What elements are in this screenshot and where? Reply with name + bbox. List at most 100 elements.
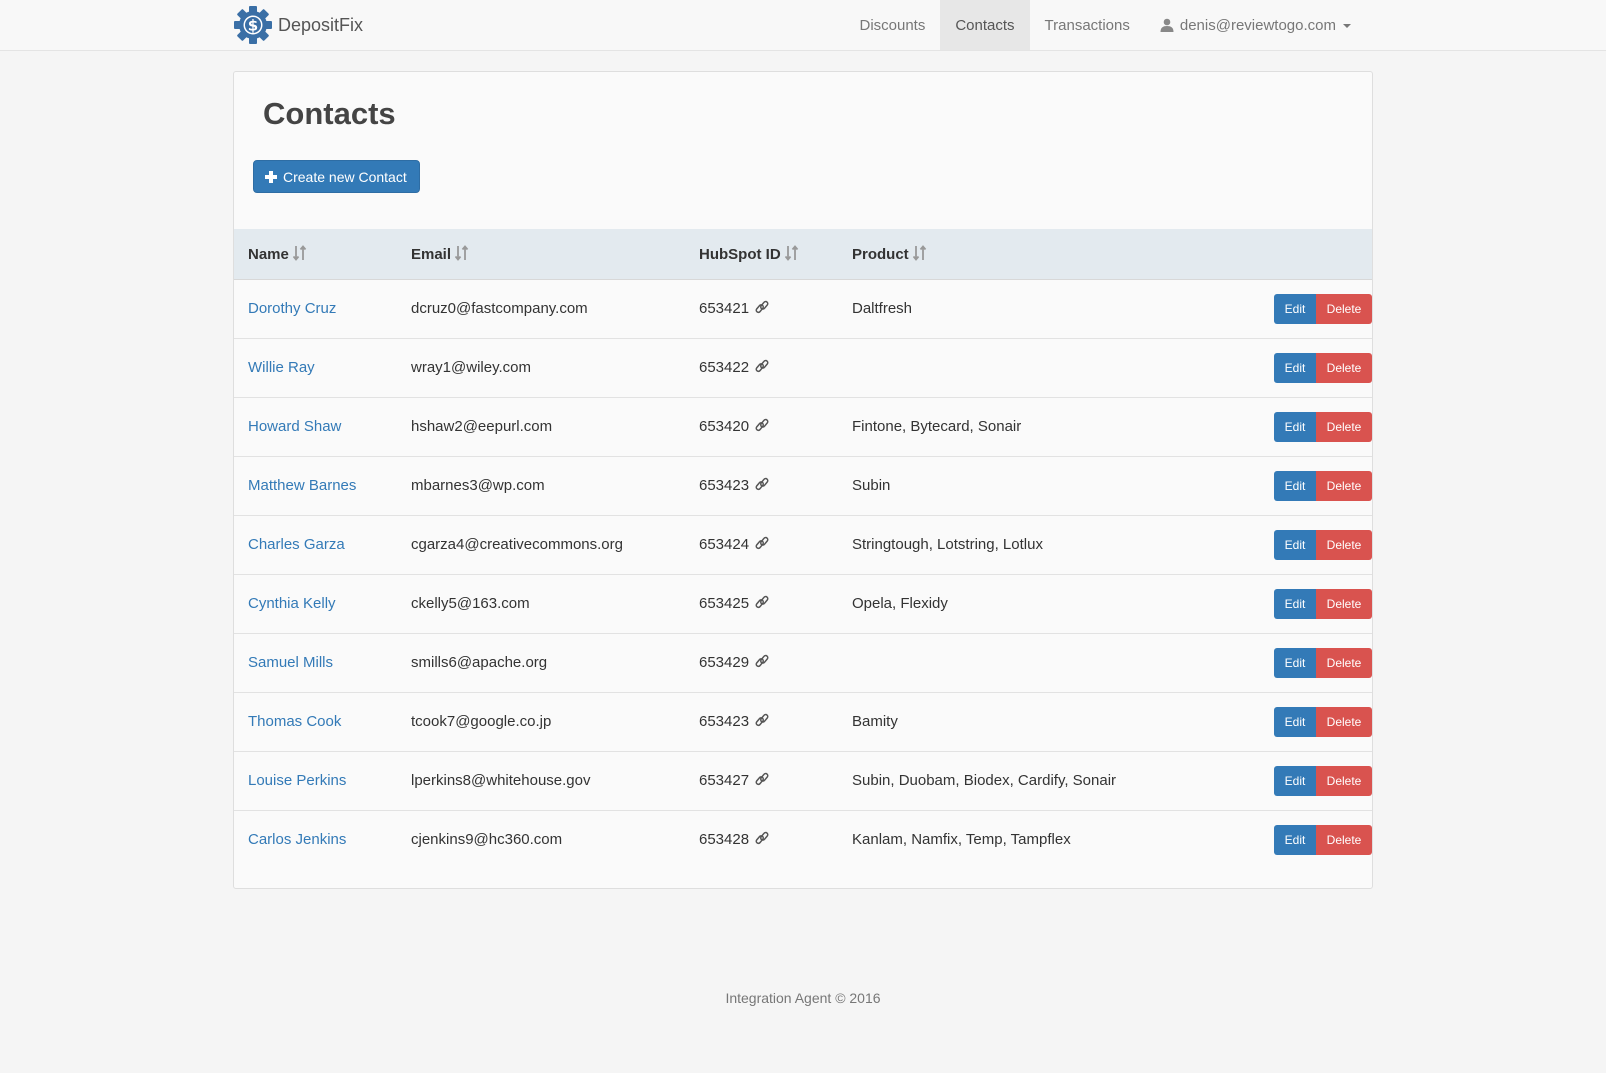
column-header-name[interactable]: Name [234,229,397,280]
link-icon[interactable] [755,359,769,373]
delete-button[interactable]: Delete [1316,411,1372,442]
contact-hubspot-cell: 653422 [685,338,838,398]
contact-hubspot-cell: 653420 [685,397,838,457]
contact-name-link[interactable]: Dorothy Cruz [248,300,336,317]
contact-name-link[interactable]: Cynthia Kelly [248,595,336,612]
sort-icon [292,244,307,261]
table-row: Cynthia Kelly ckelly5@163.com 653425 Ope… [234,574,1372,634]
column-header-product[interactable]: Product [838,229,1224,280]
edit-button[interactable]: Edit [1274,293,1316,324]
row-actions-cell: Edit Delete [1224,397,1372,457]
contact-email: hshaw2@eepurl.com [411,418,553,435]
link-icon[interactable] [755,595,769,609]
contact-name-link[interactable]: Louise Perkins [248,772,346,789]
delete-button[interactable]: Delete [1316,470,1372,501]
hubspot-id: 653420 [699,418,750,435]
contact-name-link[interactable]: Charles Garza [248,536,345,553]
contact-email-cell: cjenkins9@hc360.com [397,810,685,869]
nav-menu: Discounts Contacts Transactions denis@re… [844,0,1366,50]
column-header-email[interactable]: Email [397,229,685,280]
chevron-down-icon [1343,24,1351,28]
link-icon[interactable] [755,418,769,432]
contact-product-cell: Opela, Flexidy [838,574,1224,634]
row-actions-cell: Edit Delete [1224,456,1372,516]
delete-button[interactable]: Delete [1316,706,1372,737]
link-icon[interactable] [755,772,769,786]
contact-email: wray1@wiley.com [411,359,531,376]
link-icon[interactable] [755,300,769,314]
delete-button[interactable]: Delete [1316,588,1372,619]
link-icon[interactable] [755,831,769,845]
contact-name-link[interactable]: Samuel Mills [248,654,333,671]
hubspot-id: 653427 [699,772,750,789]
link-icon[interactable] [755,654,769,668]
table-row: Dorothy Cruz dcruz0@fastcompany.com 6534… [234,279,1372,339]
contact-name-link[interactable]: Matthew Barnes [248,477,356,494]
contact-name-link[interactable]: Carlos Jenkins [248,831,346,848]
nav-item-transactions[interactable]: Transactions [1030,0,1145,50]
contact-name-link[interactable]: Howard Shaw [248,418,341,435]
hubspot-id: 653423 [699,713,750,730]
edit-button[interactable]: Edit [1274,529,1316,560]
contact-name-cell: Dorothy Cruz [234,279,397,339]
link-icon[interactable] [755,536,769,550]
contact-hubspot-cell: 653425 [685,574,838,634]
contact-name-link[interactable]: Willie Ray [248,359,315,376]
contact-products: Stringtough, Lotstring, Lotlux [852,536,1043,553]
edit-button[interactable]: Edit [1274,706,1316,737]
row-actions: Edit Delete [1274,470,1372,501]
row-actions-cell: Edit Delete [1224,515,1372,575]
contact-name-cell: Louise Perkins [234,751,397,811]
contact-email: cgarza4@creativecommons.org [411,536,623,553]
contact-products: Bamity [852,713,898,730]
edit-button[interactable]: Edit [1274,470,1316,501]
contact-email-cell: hshaw2@eepurl.com [397,397,685,457]
contact-name-link[interactable]: Thomas Cook [248,713,341,730]
edit-button[interactable]: Edit [1274,411,1316,442]
contact-products: Opela, Flexidy [852,595,948,612]
row-actions: Edit Delete [1274,647,1372,678]
page-title: Contacts [263,96,396,131]
row-actions-cell: Edit Delete [1224,810,1372,869]
edit-button[interactable]: Edit [1274,824,1316,855]
contact-email: mbarnes3@wp.com [411,477,545,494]
row-actions: Edit Delete [1274,352,1372,383]
delete-button[interactable]: Delete [1316,647,1372,678]
edit-button[interactable]: Edit [1274,765,1316,796]
contact-product-cell: Kanlam, Namfix, Temp, Tampflex [838,810,1224,869]
delete-button[interactable]: Delete [1316,529,1372,560]
contact-email: lperkins8@whitehouse.gov [411,772,591,789]
delete-button[interactable]: Delete [1316,352,1372,383]
row-actions: Edit Delete [1274,824,1372,855]
delete-button[interactable]: Delete [1316,293,1372,324]
nav-item-contacts[interactable]: Contacts [940,0,1030,50]
edit-button[interactable]: Edit [1274,588,1316,619]
link-icon[interactable] [755,477,769,491]
user-menu-dropdown[interactable]: denis@reviewtogo.com [1145,0,1366,50]
table-row: Thomas Cook tcook7@google.co.jp 653423 B… [234,692,1372,752]
edit-button[interactable]: Edit [1274,647,1316,678]
contact-email: cjenkins9@hc360.com [411,831,563,849]
contact-name-cell: Matthew Barnes [234,456,397,516]
nav-item-discounts[interactable]: Discounts [844,0,940,50]
row-actions: Edit Delete [1274,529,1372,560]
edit-button[interactable]: Edit [1274,352,1316,383]
table-row: Louise Perkins lperkins8@whitehouse.gov … [234,751,1372,811]
table-row: Howard Shaw hshaw2@eepurl.com 653420 Fin… [234,397,1372,457]
link-icon[interactable] [755,713,769,727]
contact-name-cell: Howard Shaw [234,397,397,457]
row-actions-cell: Edit Delete [1224,338,1372,398]
column-header-actions [1224,229,1372,280]
hubspot-id: 653428 [699,831,750,849]
delete-button[interactable]: Delete [1316,824,1372,855]
create-contact-button[interactable]: Create new Contact [253,160,420,193]
delete-button[interactable]: Delete [1316,765,1372,796]
contact-name-cell: Charles Garza [234,515,397,575]
contact-email-cell: lperkins8@whitehouse.gov [397,751,685,811]
contact-name-cell: Samuel Mills [234,633,397,693]
column-header-hubspot-id[interactable]: HubSpot ID [685,229,838,280]
contact-name-cell: Willie Ray [234,338,397,398]
sort-icon [455,244,469,261]
contact-email: ckelly5@163.com [411,595,530,612]
brand-link[interactable]: $ DepositFix [232,4,363,46]
